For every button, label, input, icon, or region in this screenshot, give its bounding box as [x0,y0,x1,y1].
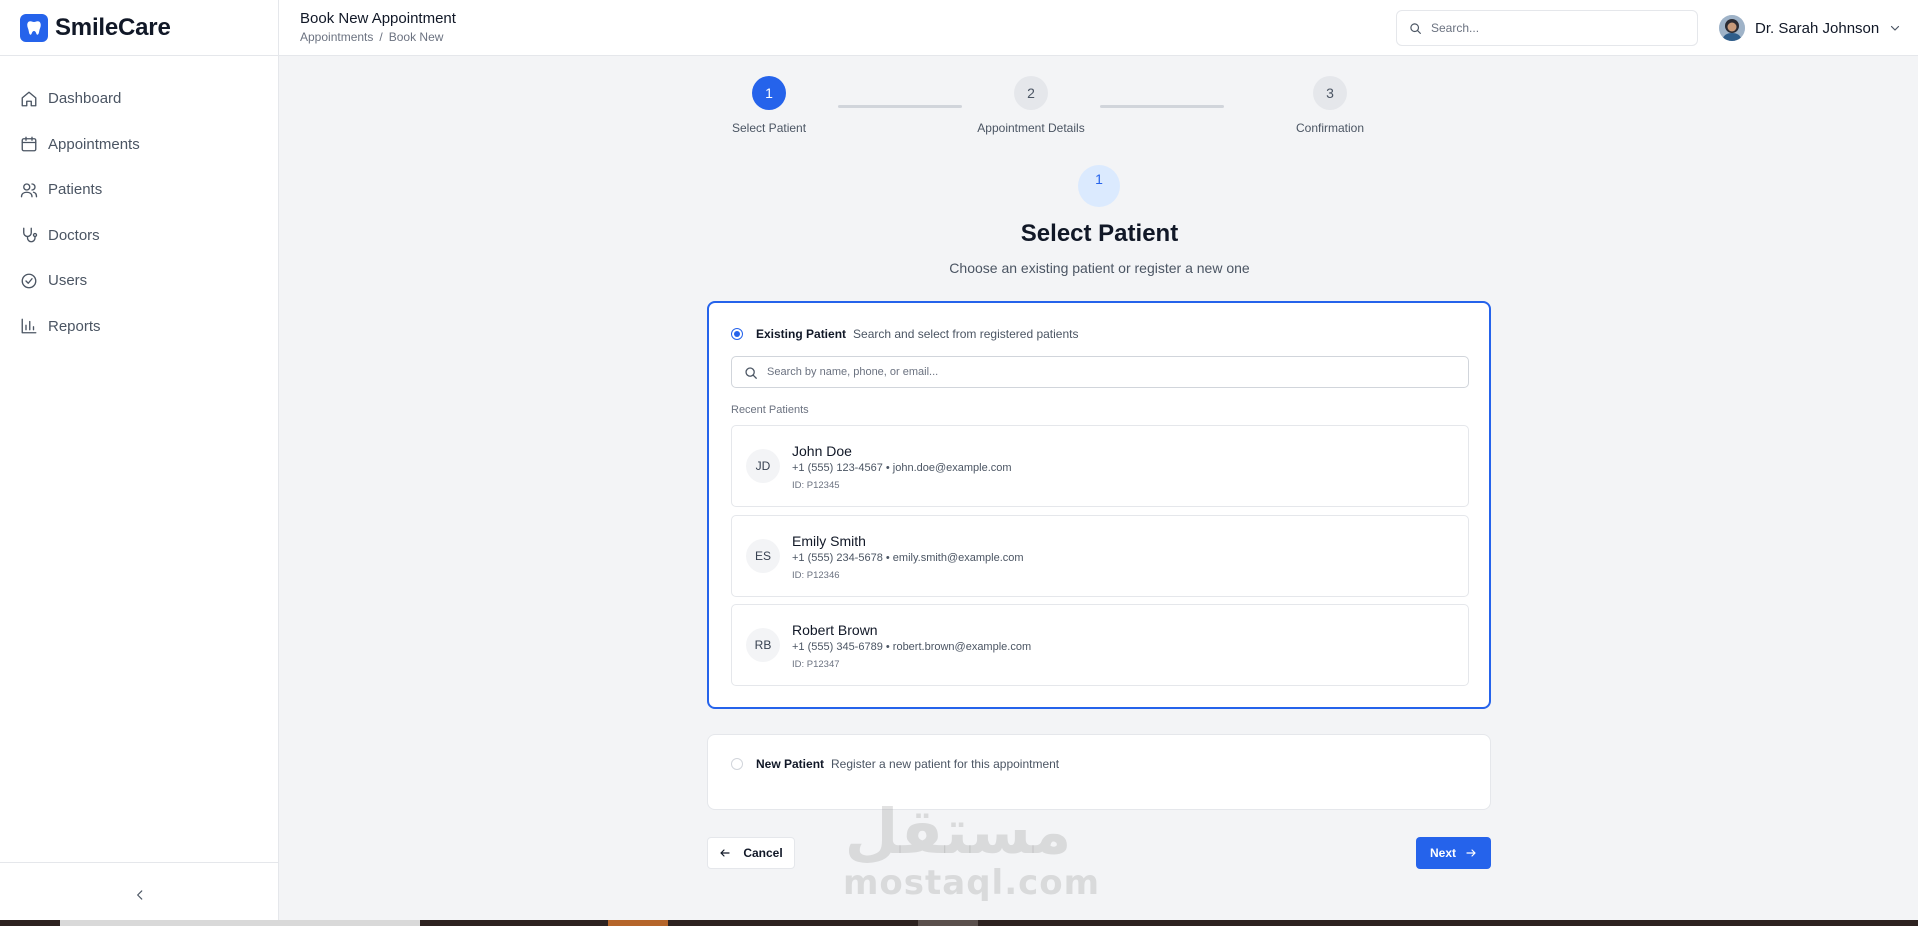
taskbar-segment [60,920,420,926]
patient-contact: +1 (555) 123-4567 • john.doe@example.com [792,462,1012,474]
watermark-latin: mostaql.com [843,863,1101,903]
tooth-icon [20,13,48,42]
watermark: مستقل mostaql.com [843,800,1101,903]
patient-search-input[interactable]: Search by name, phone, or email... [731,356,1469,388]
existing-patient-option[interactable]: Existing Patient Search and select from … [731,325,1078,343]
cancel-label: Cancel [743,846,783,860]
patient-name: Emily Smith [792,533,866,549]
sidebar-collapse-button[interactable] [0,862,279,926]
patient-name: John Doe [792,443,852,459]
patient-contact: +1 (555) 345-6789 • robert.brown@example… [792,641,1032,653]
chevron-left-icon [136,889,142,900]
sidebar: SmileCare Dashboard Appointments Patient… [0,0,279,926]
step-label: Confirmation [1295,121,1365,135]
sidebar-item-reports[interactable]: Reports [0,304,278,350]
section-subtitle: Choose an existing patient or register a… [949,260,1250,276]
taskbar-segment [608,920,668,926]
patient-avatar: ES [746,539,780,573]
step-number: 3 [1313,76,1347,110]
taskbar-strip [0,920,1918,926]
step-number: 2 [1014,76,1048,110]
new-patient-card[interactable]: New Patient Register a new patient for t… [707,734,1491,810]
taskbar-segment [918,920,978,926]
option-description: Register a new patient for this appointm… [831,757,1060,771]
patient-id: ID: P12346 [792,570,840,581]
recent-patients-label: Recent Patients [731,404,809,416]
patient-list-item[interactable]: JD John Doe +1 (555) 123-4567 • john.doe… [731,425,1469,507]
patient-contact: +1 (555) 234-5678 • emily.smith@example.… [792,552,1024,564]
breadcrumb: Appointments / Book New [300,30,443,44]
user-menu[interactable]: Dr. Sarah Johnson [1719,14,1901,42]
new-patient-radio[interactable] [731,758,743,770]
home-icon [21,91,37,107]
check-circle-icon [21,273,37,289]
cancel-button[interactable]: Cancel [707,837,795,869]
sidebar-item-dashboard[interactable]: Dashboard [0,76,278,122]
existing-patient-radio[interactable] [731,328,743,340]
next-label: Next [1429,846,1456,860]
patient-avatar: RB [746,628,780,662]
user-name: Dr. Sarah Johnson [1755,19,1880,37]
patient-id: ID: P12347 [792,659,840,670]
page-title: Book New Appointment [300,10,456,27]
sidebar-item-label: Dashboard [48,90,122,108]
sidebar-nav: Dashboard Appointments Patients Doctors … [0,56,278,349]
bar-chart-icon [21,318,37,334]
calendar-icon [21,136,37,152]
sidebar-item-doctors[interactable]: Doctors [0,213,278,259]
chevron-down-icon [1891,25,1900,31]
patient-list-item[interactable]: ES Emily Smith +1 (555) 234-5678 • emily… [731,515,1469,597]
sidebar-item-label: Patients [48,181,103,199]
option-title: New Patient [756,757,825,771]
arrow-right-icon [1466,849,1476,857]
sidebar-item-appointments[interactable]: Appointments [0,122,278,168]
option-description: Search and select from registered patien… [853,327,1079,341]
stepper: 1 Select Patient 2 Appointment Details 3… [700,76,1420,140]
section-title: Select Patient [1020,220,1179,247]
stethoscope-icon [23,227,38,243]
sidebar-item-label: Reports [48,317,101,335]
arrow-left-icon [720,849,730,857]
breadcrumb-separator: / [379,30,383,44]
sidebar-item-patients[interactable]: Patients [0,167,278,213]
step-confirmation: 3 Confirmation [1290,76,1370,135]
patient-id: ID: P12345 [792,480,840,491]
step-badge: 1 [1078,165,1120,207]
next-button[interactable]: Next [1416,837,1491,869]
step-connector [1100,105,1224,108]
existing-patient-card[interactable]: Existing Patient Search and select from … [707,301,1491,709]
step-select-patient: 1 Select Patient [732,76,806,135]
avatar [1719,15,1745,41]
step-label: Select Patient [732,121,807,135]
step-appointment-details: 2 Appointment Details [954,76,1108,135]
option-title: Existing Patient [756,327,847,341]
brand-name: SmileCare [55,13,171,41]
global-search-input[interactable]: Search... [1396,10,1698,46]
users-icon [20,183,38,198]
patient-list-item[interactable]: RB Robert Brown +1 (555) 345-6789 • robe… [731,604,1469,686]
sidebar-item-label: Doctors [48,226,100,244]
global-search-placeholder: Search... [1431,21,1480,35]
top-header: Book New Appointment Appointments / Book N… [279,0,1918,56]
step-connector [838,105,962,108]
sidebar-item-label: Appointments [48,135,140,153]
breadcrumb-item-current: Book New [388,30,444,44]
brand[interactable]: SmileCare [0,0,278,56]
patient-search-placeholder: Search by name, phone, or email... [767,366,939,378]
sidebar-item-users[interactable]: Users [0,258,278,304]
search-icon [1410,23,1421,34]
new-patient-option[interactable]: New Patient Register a new patient for t… [731,755,1059,773]
patient-avatar: JD [746,449,780,483]
search-icon [745,367,757,379]
step-number: 1 [752,76,786,110]
patient-name: Robert Brown [792,622,878,638]
step-label: Appointment Details [977,121,1085,135]
sidebar-item-label: Users [48,272,88,290]
breadcrumb-item-appointments[interactable]: Appointments [300,30,373,44]
